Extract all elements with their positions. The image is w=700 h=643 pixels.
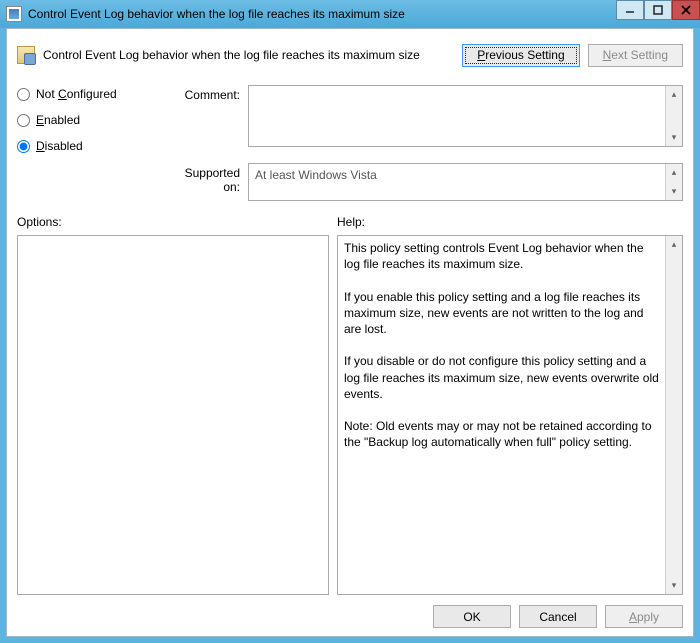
help-pane: This policy setting controls Event Log b… [337,235,683,595]
supported-scrollbar[interactable]: ▴ ▾ [665,164,682,200]
header-row: Control Event Log behavior when the log … [17,39,683,71]
scroll-up-icon[interactable]: ▴ [666,86,682,103]
options-label: Options: [17,215,337,229]
titlebar[interactable]: Control Event Log behavior when the log … [0,0,700,28]
radio-enabled[interactable]: Enabled [17,113,157,127]
scroll-down-icon[interactable]: ▾ [666,183,682,200]
scroll-down-icon[interactable]: ▾ [666,129,682,146]
app-icon [6,6,22,22]
cancel-button[interactable]: Cancel [519,605,597,628]
supported-on-field: At least Windows Vista ▴ ▾ [248,163,683,201]
client-area: Control Event Log behavior when the log … [6,28,694,637]
close-icon [681,5,691,15]
options-pane [17,235,329,595]
state-radio-group: Not Configured Enabled Disabled [17,85,157,153]
radio-enabled-input[interactable] [17,114,30,127]
gpo-setting-dialog: Control Event Log behavior when the log … [0,0,700,643]
scroll-down-icon[interactable]: ▾ [666,577,682,594]
supported-on-label: Supported on: [165,163,240,194]
radio-not-configured-input[interactable] [17,88,30,101]
help-text: This policy setting controls Event Log b… [344,240,660,590]
comment-label: Comment: [165,85,240,102]
radio-disabled[interactable]: Disabled [17,139,157,153]
policy-icon [17,46,35,64]
policy-title: Control Event Log behavior when the log … [43,48,420,62]
maximize-icon [653,5,663,15]
footer-buttons: OK Cancel Apply [17,595,683,628]
close-button[interactable] [672,0,700,20]
scroll-up-icon[interactable]: ▴ [666,164,682,181]
help-label: Help: [337,215,365,229]
radio-disabled-input[interactable] [17,140,30,153]
apply-button: Apply [605,605,683,628]
next-setting-button: Next Setting [588,44,683,67]
minimize-button[interactable] [616,0,644,20]
supported-on-value: At least Windows Vista [255,168,377,182]
ok-button[interactable]: OK [433,605,511,628]
help-scrollbar[interactable]: ▴ ▾ [665,236,682,594]
comment-field[interactable]: ▴ ▾ [248,85,683,147]
previous-setting-button[interactable]: Previous Setting [462,44,579,67]
window-title: Control Event Log behavior when the log … [28,7,405,21]
minimize-icon [625,5,635,15]
scroll-up-icon[interactable]: ▴ [666,236,682,253]
radio-not-configured[interactable]: Not Configured [17,87,157,101]
comment-scrollbar[interactable]: ▴ ▾ [665,86,682,146]
maximize-button[interactable] [644,0,672,20]
